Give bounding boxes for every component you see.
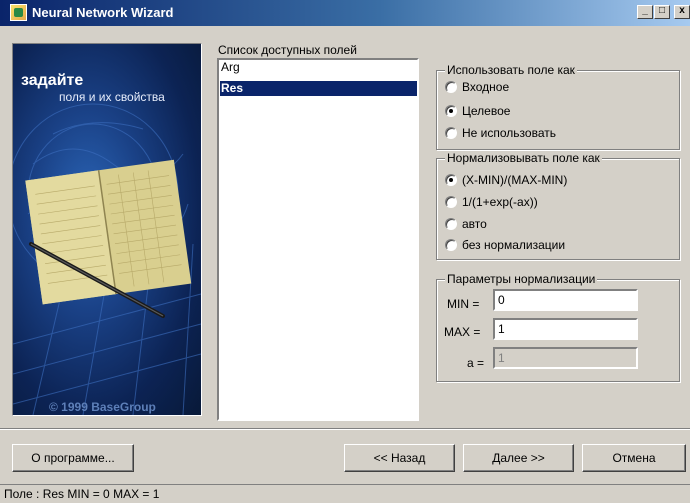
maximize-icon: □ [658,5,666,16]
app-icon [10,4,27,21]
next-button[interactable]: Далее >> [463,444,574,472]
maximize-button[interactable]: □ [654,5,670,19]
radio-sigmoid-label: 1/(1+exp(-ax)) [462,195,538,209]
fields-list-label: Список доступных полей [218,43,357,57]
usage-legend: Использовать поле как [445,63,577,77]
minimize-icon: _ [642,5,648,16]
picture-subtitle: поля и их свойства [59,90,165,104]
window-title: Neural Network Wizard [32,5,174,20]
radio-none-label: без нормализации [462,238,566,252]
wizard-picture: задайте поля и их свойства © 1999 BaseGr… [12,43,202,416]
divider [0,428,690,430]
close-button[interactable]: x [674,5,690,19]
list-item-res[interactable]: Res [220,81,417,96]
list-item-arg[interactable]: Arg [220,60,417,75]
max-label: MAX = [444,325,481,339]
radio-target-icon [445,105,457,117]
radio-minmax-label: (X-MIN)/(MAX-MIN) [462,173,568,187]
min-label: MIN = [447,297,480,311]
picture-title: задайте [21,72,84,89]
close-icon: x [679,5,685,16]
back-button[interactable]: << Назад [344,444,455,472]
usage-group: Использовать поле как Входное Целевое Не… [436,63,680,150]
radio-auto-label: авто [462,217,487,231]
minimize-button[interactable]: _ [637,5,653,19]
title-bar[interactable]: Neural Network Wizard _ □ x [0,0,690,26]
params-legend: Параметры нормализации [445,272,598,286]
a-label: a = [467,356,485,370]
min-field[interactable]: 0 [493,289,638,311]
fields-list[interactable]: Arg Res [217,58,419,421]
radio-not-use-label: Не использовать [462,126,556,140]
radio-not-use-icon [445,127,457,139]
radio-minmax-icon [445,174,457,186]
radio-none-icon [445,239,457,251]
max-field[interactable]: 1 [493,318,638,340]
radio-input-label: Входное [462,80,510,94]
status-bar: Поле : Res MIN = 0 MAX = 1 [0,484,690,503]
normalization-legend: Нормализовывать поле как [445,151,602,165]
picture-copyright: © 1999 BaseGroup [49,400,156,414]
normalization-group: Нормализовывать поле как (X-MIN)/(MAX-MI… [436,151,680,260]
cancel-button[interactable]: Отмена [582,444,686,472]
radio-target-label: Целевое [462,104,511,118]
radio-input-icon [445,81,457,93]
radio-sigmoid-icon [445,196,457,208]
about-button[interactable]: О программе... [12,444,134,472]
a-field[interactable]: 1 [493,347,638,369]
radio-auto-icon [445,218,457,230]
